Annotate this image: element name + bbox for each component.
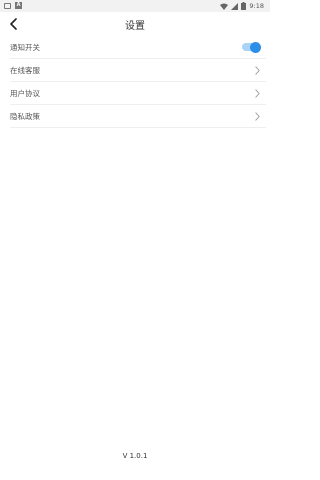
settings-item-user-agreement[interactable]: 用户协议 bbox=[10, 82, 266, 105]
settings-item-label: 用户协议 bbox=[10, 88, 40, 98]
chevron-right-icon bbox=[255, 111, 260, 121]
notification-icon bbox=[4, 2, 11, 9]
settings-item-online-support[interactable]: 在线客服 bbox=[10, 59, 266, 82]
status-bar: A 9:18 bbox=[0, 0, 270, 12]
status-indicators: 9:18 bbox=[220, 2, 264, 10]
status-time: 9:18 bbox=[249, 2, 264, 10]
chevron-right-icon bbox=[255, 88, 260, 98]
app-version: V 1.0.1 bbox=[122, 452, 148, 460]
settings-item-label: 在线客服 bbox=[10, 65, 40, 75]
battery-icon bbox=[241, 2, 247, 10]
chevron-right-icon bbox=[255, 65, 260, 75]
toggle-knob bbox=[250, 41, 261, 53]
settings-item-privacy-policy[interactable]: 隐私政策 bbox=[10, 105, 266, 128]
notification-toggle[interactable] bbox=[242, 41, 261, 53]
settings-item-label: 隐私政策 bbox=[10, 111, 40, 121]
page-title: 设置 bbox=[125, 21, 145, 32]
settings-item-label: 通知开关 bbox=[10, 42, 40, 52]
signal-icon bbox=[231, 2, 239, 10]
status-notifications: A bbox=[4, 2, 22, 9]
navigation-bar: 设置 bbox=[0, 12, 270, 36]
settings-item-notifications: 通知开关 bbox=[10, 36, 266, 59]
settings-list: 通知开关 在线客服 用户协议 隐私政策 bbox=[0, 36, 270, 128]
app-notification-icon: A bbox=[15, 2, 22, 9]
wifi-icon bbox=[220, 3, 229, 10]
